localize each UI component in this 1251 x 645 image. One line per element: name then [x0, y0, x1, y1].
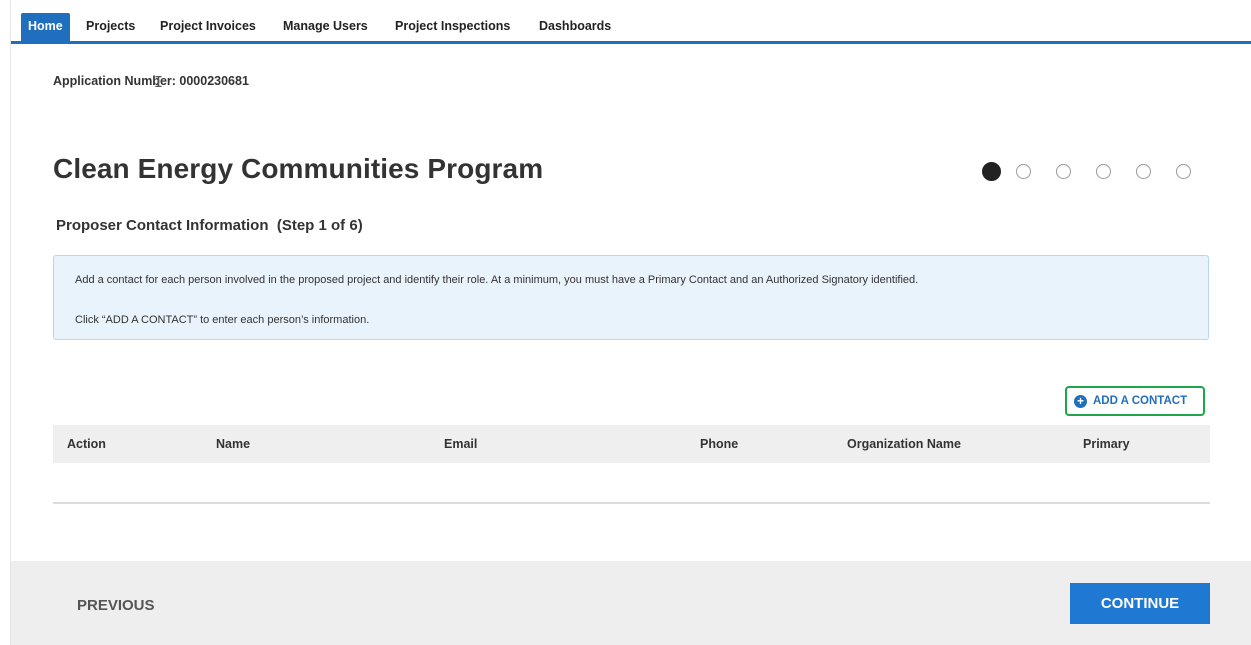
section-subtitle: Proposer Contact Information (Step 1 of … — [56, 217, 363, 234]
step-dot-1 — [982, 162, 1001, 181]
step-dot-3 — [1056, 164, 1071, 179]
previous-button[interactable]: PREVIOUS — [77, 597, 155, 614]
step-dot-6 — [1176, 164, 1191, 179]
column-header-phone[interactable]: Phone — [700, 425, 738, 463]
continue-button[interactable]: CONTINUE — [1070, 583, 1210, 624]
footer-bar: PREVIOUS CONTINUE — [11, 561, 1251, 645]
nav-project-inspections[interactable]: Project Inspections — [395, 11, 510, 41]
step-dot-4 — [1096, 164, 1111, 179]
step-dot-2 — [1016, 164, 1031, 179]
table-body-empty — [53, 463, 1210, 504]
info-text-2: Click “ADD A CONTACT” to enter each pers… — [75, 314, 370, 326]
top-nav: Home Projects Project Invoices Manage Us… — [11, 11, 1251, 44]
column-header-organization[interactable]: Organization Name — [847, 425, 961, 463]
column-header-email[interactable]: Email — [444, 425, 477, 463]
nav-project-invoices[interactable]: Project Invoices — [160, 11, 256, 41]
column-header-name[interactable]: Name — [216, 425, 250, 463]
contacts-table: Action Name Email Phone Organization Nam… — [53, 425, 1210, 504]
step-dot-5 — [1136, 164, 1151, 179]
info-text-1: Add a contact for each person involved i… — [75, 274, 919, 286]
page-title: Clean Energy Communities Program — [53, 153, 544, 184]
nav-projects[interactable]: Projects — [86, 11, 135, 41]
nav-home[interactable]: Home — [21, 13, 70, 41]
text-cursor-icon: I — [154, 73, 164, 91]
column-header-primary[interactable]: Primary — [1083, 425, 1130, 463]
nav-manage-users[interactable]: Manage Users — [283, 11, 368, 41]
add-contact-button[interactable]: + ADD A CONTACT — [1065, 386, 1205, 416]
app-frame: Home Projects Project Invoices Manage Us… — [10, 0, 1251, 645]
nav-dashboards[interactable]: Dashboards — [539, 11, 611, 41]
info-panel: Add a contact for each person involved i… — [53, 255, 1209, 340]
application-number: Application Number: 0000230681 — [53, 74, 249, 88]
add-contact-label: ADD A CONTACT — [1093, 395, 1188, 407]
plus-circle-icon: + — [1074, 395, 1087, 408]
column-header-action[interactable]: Action — [67, 425, 106, 463]
table-header: Action Name Email Phone Organization Nam… — [53, 425, 1210, 463]
